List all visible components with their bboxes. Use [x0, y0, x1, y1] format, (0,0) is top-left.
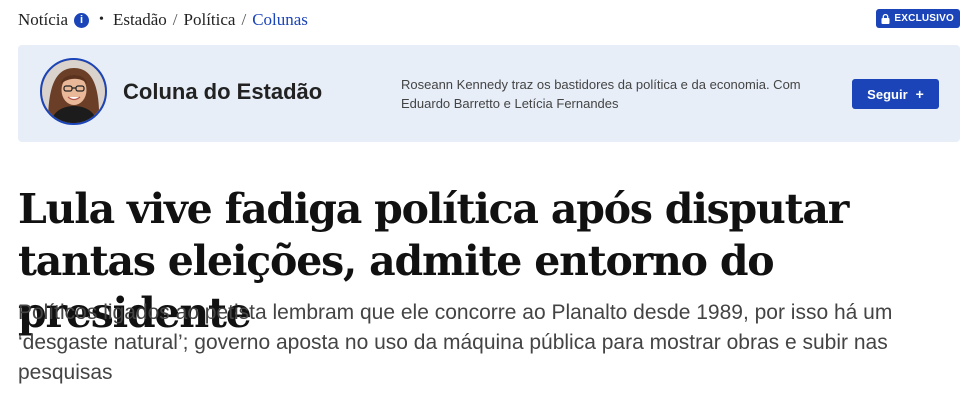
- article-subheadline: Políticos ligados ao petista lembram que…: [18, 301, 893, 384]
- breadcrumb-section: Notícia: [18, 10, 69, 29]
- breadcrumb-link-estadao[interactable]: Estadão: [113, 10, 167, 30]
- avatar-image: [42, 60, 105, 123]
- follow-label: Seguir: [867, 86, 908, 102]
- breadcrumb-dot: •: [99, 12, 104, 27]
- exclusive-badge: EXCLUSIVO: [876, 9, 960, 28]
- avatar[interactable]: [40, 58, 107, 125]
- column-name[interactable]: Coluna do Estadão: [123, 79, 322, 105]
- breadcrumb-link-colunas[interactable]: Colunas: [252, 10, 308, 30]
- breadcrumb-separator: /: [241, 10, 247, 29]
- top-bar: Notícia i • Estadão / Política / Colunas…: [18, 8, 960, 32]
- info-icon[interactable]: i: [74, 12, 90, 28]
- breadcrumb-link-politica[interactable]: Política: [184, 10, 236, 30]
- lock-icon: [881, 13, 890, 24]
- badge-label: EXCLUSIVO: [894, 13, 954, 24]
- column-description: Roseann Kennedy traz os bastidores da po…: [401, 77, 801, 111]
- column-card: Coluna do Estadão Roseann Kennedy traz o…: [18, 45, 960, 142]
- plus-icon: +: [915, 86, 924, 102]
- follow-button[interactable]: Seguir +: [852, 79, 939, 109]
- breadcrumb: Notícia i • Estadão / Política / Colunas: [18, 10, 308, 30]
- breadcrumb-separator: /: [172, 10, 178, 29]
